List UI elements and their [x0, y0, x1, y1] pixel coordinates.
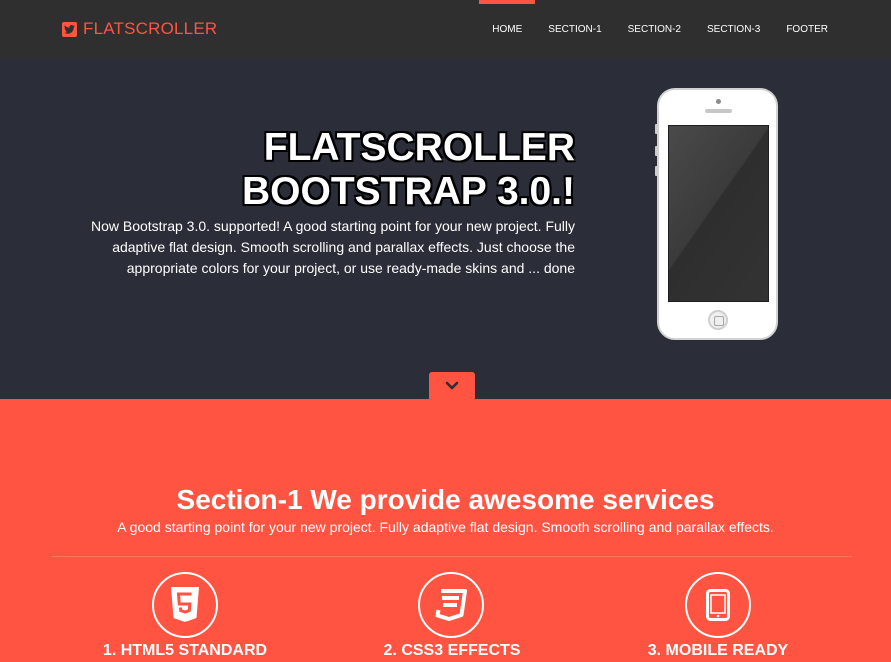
phone-mute-button	[655, 124, 658, 134]
nav-section-1[interactable]: SECTION-1	[535, 0, 614, 58]
phone-volume-up-button	[655, 146, 658, 156]
feature-title-mobile: 3. MOBILE READY	[647, 642, 789, 659]
section-1-title: Section-1 We provide awesome services	[176, 484, 715, 515]
phone-speaker	[705, 109, 732, 113]
scroll-down-button[interactable]	[429, 372, 475, 399]
feature-title-html5: 1. HTML5 STANDARD	[102, 642, 268, 659]
nav-section-2[interactable]: SECTION-2	[615, 0, 694, 58]
section-1-subtitle: A good starting point for your new proje…	[117, 519, 774, 535]
hero-title-line-2: BOOTSTRAP 3.0.!	[241, 170, 575, 213]
hero-description: Now Bootstrap 3.0. supported! A good sta…	[90, 218, 575, 276]
hero-section: FLATSCROLLER BOOTSTRAP 3.0.! Now Bootstr…	[0, 58, 891, 399]
css3-feature-circle	[418, 572, 484, 638]
section-divider	[52, 556, 852, 557]
brand-link[interactable]: FLATSCROLLER	[62, 18, 217, 40]
feature-title-css3: 2. CSS3 EFFECTS	[383, 642, 521, 659]
hero-title-line-1: FLATSCROLLER	[263, 126, 575, 169]
twitter-bird-icon	[62, 21, 77, 37]
css3-icon	[435, 589, 467, 621]
main-nav: HOME SECTION-1 SECTION-2 SECTION-3 FOOTE…	[479, 0, 841, 58]
hero-title: FLATSCROLLER BOOTSTRAP 3.0.!	[242, 126, 575, 214]
mobile-feature-circle	[685, 572, 751, 638]
phone-illustration	[655, 88, 778, 340]
nav-footer[interactable]: FOOTER	[773, 0, 841, 58]
phone-home-button	[708, 310, 728, 330]
tablet-icon	[706, 589, 730, 621]
phone-volume-down-button	[655, 166, 658, 176]
nav-home[interactable]: HOME	[479, 0, 536, 58]
phone-camera	[716, 99, 721, 104]
html5-icon	[171, 587, 199, 622]
nav-section-3[interactable]: SECTION-3	[694, 0, 773, 58]
navbar: FLATSCROLLER HOME SECTION-1 SECTION-2 SE…	[0, 0, 891, 58]
chevron-down-icon	[445, 381, 459, 390]
html5-feature-circle	[152, 572, 218, 638]
phone-screen	[668, 125, 769, 302]
brand-name: FLATSCROLLER	[83, 19, 218, 38]
